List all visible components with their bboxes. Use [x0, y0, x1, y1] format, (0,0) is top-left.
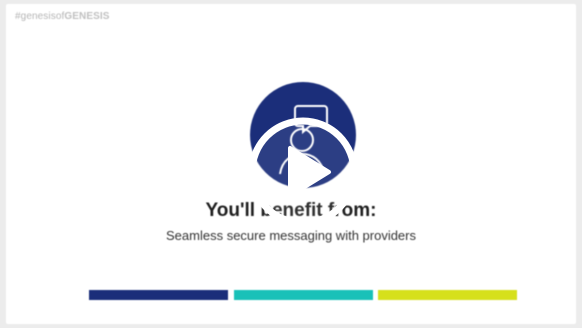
color-bar-navy: [89, 290, 228, 300]
benefit-subtitle: Seamless secure messaging with providers: [166, 228, 416, 243]
hashtag-watermark: #genesisofGENESIS: [15, 11, 110, 22]
hashtag-prefix: #genesisof: [15, 11, 65, 22]
color-bar-lime: [378, 290, 517, 300]
hashtag-brand: GENESIS: [64, 11, 110, 22]
play-button[interactable]: [247, 116, 359, 228]
color-bar-teal: [234, 290, 373, 300]
